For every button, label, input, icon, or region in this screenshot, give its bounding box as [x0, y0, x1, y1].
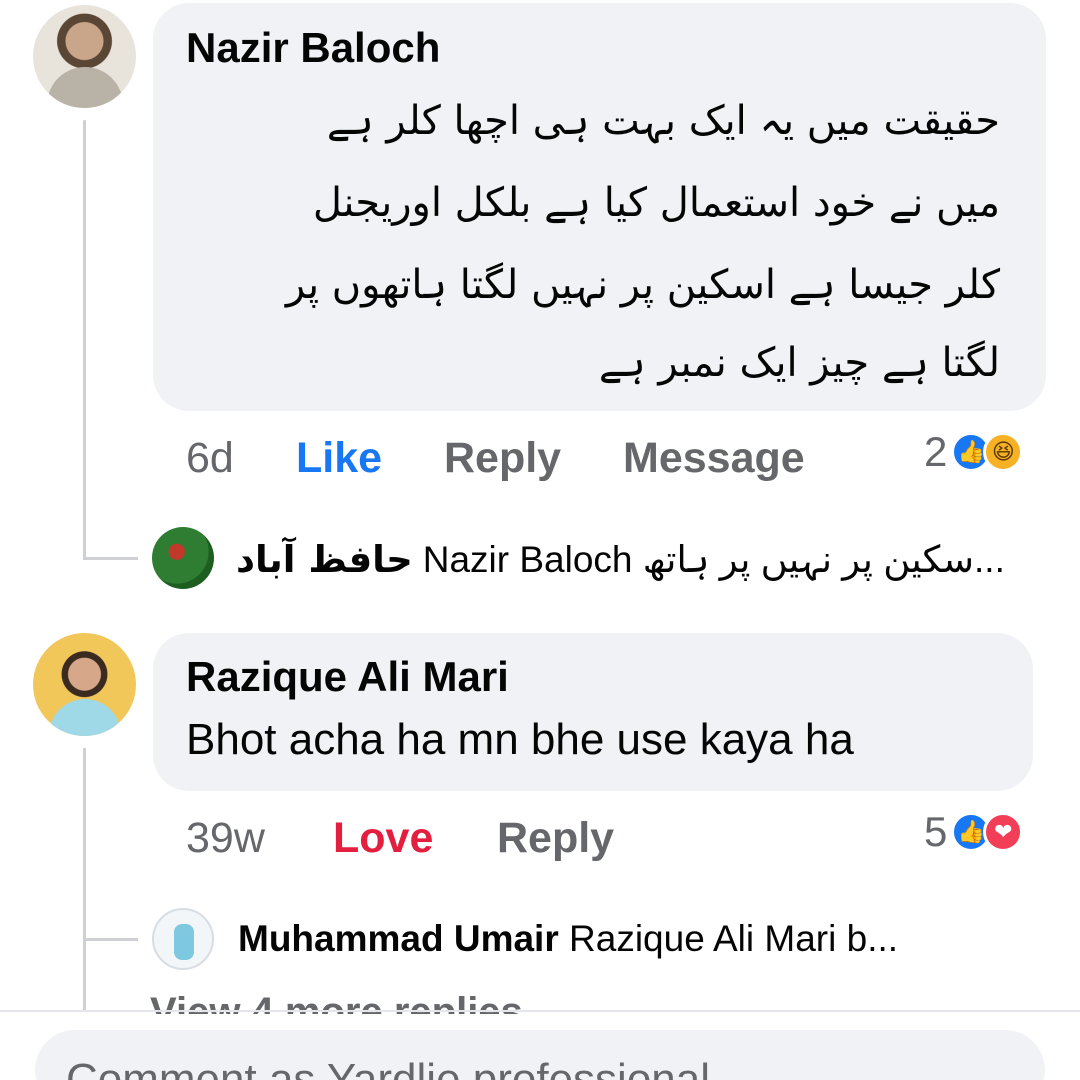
comment-timestamp[interactable]: 39w [186, 814, 265, 863]
comment-text-line: حقیقت میں یہ ایک بہت ہی اچھا کلر ہے [326, 98, 1000, 144]
reaction-summary[interactable]: 5 👍 ❤ [924, 808, 1024, 856]
message-button[interactable]: Message [623, 434, 805, 483]
reaction-count: 2 [924, 428, 948, 475]
reply-button[interactable]: Reply [497, 814, 614, 863]
avatar[interactable] [33, 5, 136, 108]
thread-line-branch [83, 938, 138, 941]
comment-author[interactable]: Razique Ali Mari [186, 653, 509, 701]
comment-text: Bhot acha ha mn bhe use kaya ha [186, 715, 854, 764]
comment-input-placeholder: Comment as Yardlie professional [66, 1055, 711, 1080]
comment-text-line: میں نے خود استعمال کیا ہے بلکل اوریجنل [312, 180, 1000, 226]
thread-line [83, 120, 86, 560]
reply-preview[interactable]: حافظ آباد Nazir Baloch سکین پر نہیں پر ہ… [236, 538, 1005, 581]
avatar[interactable] [152, 527, 214, 589]
thread-line [83, 748, 86, 1010]
comment-text-line: کلر جیسا ہے اسکین پر نہیں لگتا ہاتھوں پر [285, 262, 1000, 308]
avatar[interactable] [152, 908, 214, 970]
reply-snippet: Razique Ali Mari b... [569, 918, 899, 959]
reply-snippet: Nazir Baloch سکین پر نہیں پر ہاتھ... [422, 539, 1005, 580]
reaction-summary[interactable]: 2 👍 😆 [924, 428, 1024, 476]
love-button[interactable]: Love [333, 814, 433, 863]
reply-author: حافظ آباد [236, 538, 413, 581]
reaction-count: 5 [924, 808, 948, 855]
avatar[interactable] [33, 633, 136, 736]
comment-text-line: لگتا ہے چیز ایک نمبر ہے [598, 340, 1000, 386]
thread-line-branch [83, 557, 138, 560]
comment-author[interactable]: Nazir Baloch [186, 24, 440, 72]
reply-author: Muhammad Umair [238, 918, 559, 959]
haha-reaction-icon: 😆 [983, 432, 1024, 472]
like-button[interactable]: Like [296, 434, 382, 483]
divider [0, 1010, 1080, 1012]
reply-button[interactable]: Reply [444, 434, 561, 483]
comment-timestamp[interactable]: 6d [186, 434, 234, 483]
reply-preview[interactable]: Muhammad Umair Razique Ali Mari b... [238, 918, 898, 960]
love-reaction-icon: ❤ [983, 812, 1024, 852]
